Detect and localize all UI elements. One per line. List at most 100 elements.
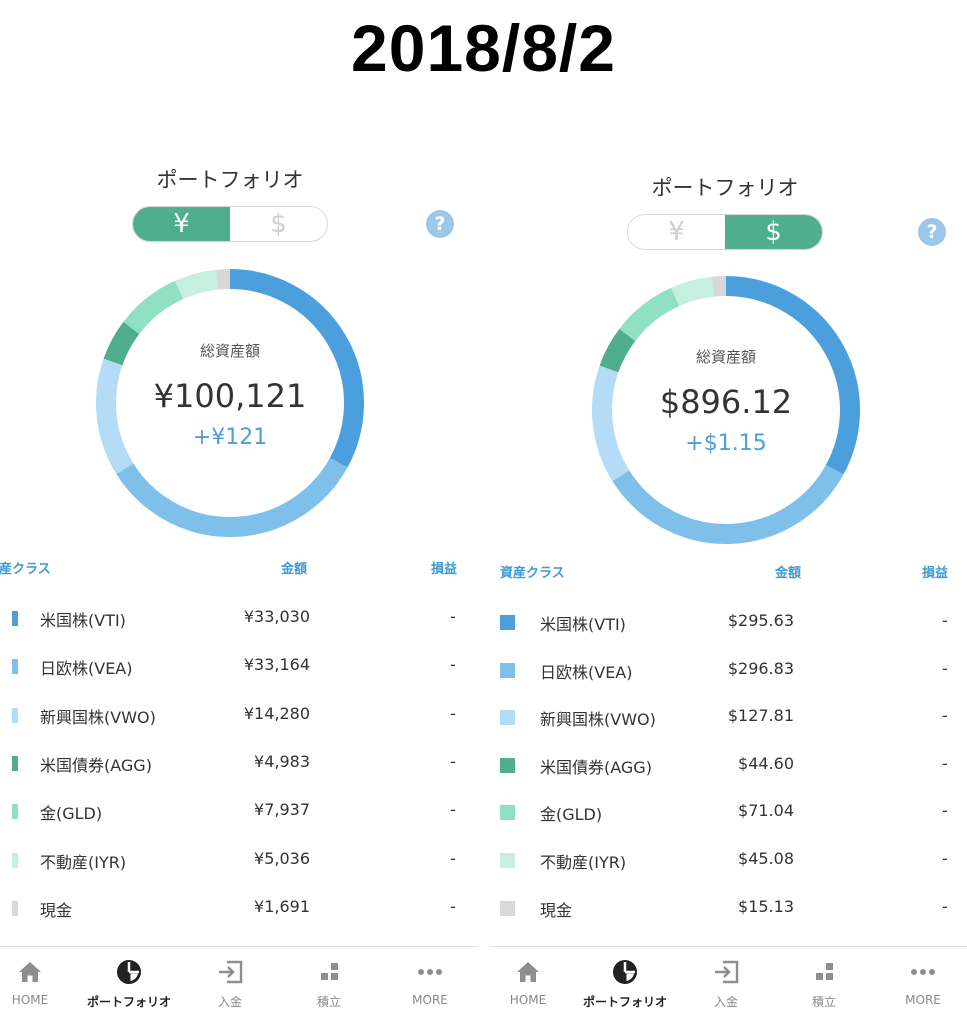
asset-name: 米国株(VTI) — [40, 611, 126, 630]
asset-profit-loss: - — [942, 658, 948, 678]
yen-toggle-button[interactable]: ¥ — [133, 207, 230, 241]
color-swatch — [500, 757, 515, 773]
table-row: 現金 ¥1,691 - — [0, 894, 478, 924]
total-gain-value: +¥121 — [192, 425, 268, 450]
donut-slice — [711, 276, 727, 297]
total-assets-label: 総資産額 — [695, 348, 756, 366]
table-row: 金(GLD) $71.04 - — [490, 798, 967, 828]
asset-amount: $71.04 — [738, 801, 794, 821]
asset-profit-loss: - — [942, 801, 948, 821]
total-assets-label: 総資産額 — [199, 342, 260, 360]
asset-amount: ¥5,036 — [254, 848, 310, 868]
color-swatch — [500, 710, 515, 726]
donut-slice — [175, 269, 219, 300]
profit-loss-header: 損益 — [431, 562, 458, 577]
asset-profit-loss: - — [450, 607, 456, 626]
accumulate-icon — [321, 963, 338, 980]
amount-header: 金額 — [775, 566, 802, 581]
nav-accumulate[interactable]: 積立 — [279, 957, 379, 1010]
asset-name: 金(GLD) — [540, 805, 603, 825]
asset-name: 米国債券(AGG) — [540, 757, 652, 777]
total-summary: 総資産額 ¥100,121 +¥121 — [120, 340, 340, 450]
asset-amount: ¥14,280 — [243, 703, 310, 723]
nav-more-label: MORE — [412, 993, 448, 1007]
color-swatch — [500, 662, 515, 678]
color-swatch — [500, 853, 515, 868]
asset-amount: ¥33,030 — [243, 607, 310, 626]
table-row: 米国株(VTI) $295.63 - — [490, 608, 967, 638]
table-row: 米国債券(AGG) $44.60 - — [490, 751, 967, 781]
asset-class-header: 資産クラス — [500, 566, 565, 581]
nav-more[interactable]: MORE — [873, 957, 967, 1007]
currency-toggle: ¥ $ — [132, 206, 328, 242]
yen-toggle-button[interactable]: ¥ — [628, 215, 725, 249]
asset-class-header: 資産クラス — [0, 562, 51, 577]
nav-portfolio[interactable]: ポートフォリオ — [79, 957, 179, 1010]
color-swatch — [500, 900, 515, 916]
asset-profit-loss: - — [450, 703, 456, 723]
donut-slice — [215, 269, 231, 290]
asset-profit-loss: - — [942, 706, 948, 726]
asset-profit-loss: - — [942, 849, 948, 868]
deposit-icon — [219, 960, 243, 984]
usd-toggle-button[interactable]: $ — [725, 215, 822, 249]
pie-chart-icon — [613, 960, 637, 984]
color-swatch — [12, 804, 18, 820]
nav-accumulate-label: 積立 — [316, 995, 341, 1009]
asset-profit-loss: - — [942, 896, 948, 916]
asset-profit-loss: - — [942, 753, 948, 773]
home-icon — [19, 962, 41, 982]
nav-portfolio[interactable]: ポートフォリオ — [575, 957, 675, 1010]
bottom-nav: HOME ポートフォリオ 入金 積立 MORE — [0, 946, 478, 1025]
currency-toggle: ¥ $ — [627, 214, 823, 250]
bottom-nav: HOME ポートフォリオ 入金 積立 MORE — [490, 946, 967, 1025]
nav-deposit[interactable]: 入金 — [676, 957, 776, 1010]
asset-name: 現金 — [540, 900, 573, 920]
nav-deposit[interactable]: 入金 — [180, 957, 280, 1010]
help-icon[interactable]: ? — [426, 210, 454, 238]
asset-amount: $127.81 — [727, 706, 794, 726]
asset-amount: ¥7,937 — [254, 800, 310, 820]
help-icon[interactable]: ? — [918, 218, 946, 246]
asset-amount: ¥1,691 — [254, 896, 310, 916]
color-swatch — [12, 900, 18, 916]
asset-name: 不動産(IYR) — [540, 853, 627, 872]
donut-slice — [619, 287, 680, 342]
accumulate-icon — [816, 963, 833, 980]
asset-name: 現金 — [40, 900, 73, 920]
nav-home[interactable]: HOME — [478, 957, 578, 1007]
table-row: 米国株(VTI) ¥33,030 - — [0, 604, 478, 634]
donut-slice — [116, 457, 348, 537]
asset-name: 金(GLD) — [40, 804, 103, 824]
table-row: 金(GLD) ¥7,937 - — [0, 797, 478, 827]
asset-profit-loss: - — [450, 751, 456, 771]
asset-name: 不動産(IYR) — [40, 852, 127, 872]
asset-profit-loss: - — [942, 611, 948, 630]
table-row: 新興国株(VWO) $127.81 - — [490, 703, 967, 733]
asset-amount: ¥33,164 — [243, 655, 310, 675]
asset-profit-loss: - — [450, 655, 456, 675]
nav-accumulate[interactable]: 積立 — [774, 957, 874, 1010]
nav-deposit-label: 入金 — [713, 995, 738, 1009]
table-row: 不動産(IYR) $45.08 - — [490, 846, 967, 876]
nav-home-label: HOME — [11, 993, 49, 1007]
profit-loss-header: 損益 — [922, 566, 949, 581]
nav-more-label: MORE — [905, 993, 941, 1007]
nav-home[interactable]: HOME — [0, 957, 80, 1007]
usd-toggle-button[interactable]: $ — [230, 207, 327, 241]
nav-portfolio-label: ポートフォリオ — [86, 995, 171, 1009]
asset-profit-loss: - — [450, 800, 456, 820]
asset-name: 日欧株(VEA) — [40, 659, 133, 679]
asset-amount: ¥4,983 — [254, 751, 310, 771]
more-icon — [911, 969, 935, 975]
nav-more[interactable]: MORE — [380, 957, 480, 1007]
deposit-icon — [715, 960, 739, 984]
asset-amount: $44.60 — [738, 753, 794, 773]
pie-chart-icon — [117, 960, 141, 984]
asset-profit-loss: - — [450, 848, 456, 868]
color-swatch — [500, 805, 515, 821]
table-row: 新興国株(VWO) ¥14,280 - — [0, 701, 478, 731]
asset-amount: $296.83 — [727, 658, 794, 678]
asset-amount: $295.63 — [727, 611, 794, 630]
nav-portfolio-label: ポートフォリオ — [582, 995, 667, 1009]
